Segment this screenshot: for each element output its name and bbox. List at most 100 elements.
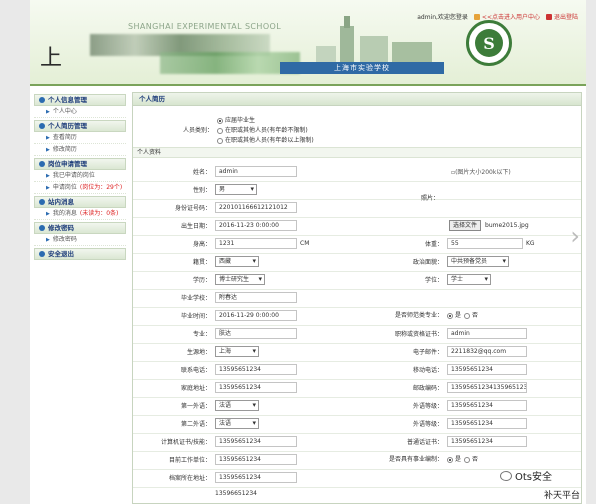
user-icon	[39, 123, 45, 129]
user-icon	[39, 199, 45, 205]
computer-input[interactable]: 13595651234	[215, 436, 297, 447]
degree-select[interactable]: 学士	[447, 274, 491, 285]
lang2-level-row: 外语等级： 13595651234	[349, 418, 527, 429]
degree-row: 学位： 学士	[349, 274, 491, 285]
logout-link[interactable]: 退出登陆	[545, 12, 578, 21]
photo-label-row: 照片：	[379, 193, 439, 202]
user-icon	[39, 225, 45, 231]
birth-input[interactable]: 2016-11-23 0:00:00	[215, 220, 297, 231]
lang2-select[interactable]: 法语	[215, 418, 259, 429]
mandarin-input[interactable]: 13595651234	[447, 436, 527, 447]
archive-input[interactable]: 13595651234	[215, 472, 297, 483]
watermark: Ots安全	[500, 468, 552, 483]
grad-input[interactable]: 2016-11-29 0:00:00	[215, 310, 297, 321]
phone-input[interactable]: 13595651234	[215, 364, 297, 375]
normal-yes-radio[interactable]: 是	[447, 310, 461, 319]
sidebar-item[interactable]: ▶ 修改简历	[34, 144, 126, 156]
school-logo: S	[466, 20, 512, 66]
lang1-level-input[interactable]: 13595651234	[447, 400, 527, 411]
email-label: 电子邮件：	[412, 349, 443, 356]
address-input[interactable]: 13595651234	[215, 382, 297, 393]
name-row: 姓名： admin	[133, 166, 297, 177]
nav-group-header[interactable]: 修改密码	[34, 222, 126, 234]
archive-row: 档案所在地址： 13595651234	[133, 472, 297, 483]
height-label: 身高：	[192, 241, 211, 248]
sidebar: 个人信息管理 ▶ 个人中心个人简历管理 ▶ 查看简历 ▶ 修改简历岗位申请管理 ▶ 我已申请的岗…	[34, 92, 126, 260]
career-no-radio[interactable]: 否	[464, 454, 478, 463]
height-input[interactable]: 1231	[215, 238, 297, 249]
cert-input[interactable]: admin	[447, 328, 527, 339]
school-input[interactable]: 附春达	[215, 292, 297, 303]
major-row: 专业： 肤达	[133, 328, 297, 339]
choose-file-button[interactable]: 选择文件	[449, 220, 482, 231]
user-icon	[39, 251, 45, 257]
photo-box: ▫(图片大小200k以下)	[451, 167, 577, 205]
site-header: 上 SHANGHAI EXPERIMENTAL SCHOOL 上海市实验学校 S…	[30, 0, 586, 86]
education-select[interactable]: 博士研究生	[215, 274, 265, 285]
lang1-label: 第一外语：	[180, 403, 211, 410]
sidebar-item[interactable]: ▶ 个人中心	[34, 106, 126, 118]
category-option-limit[interactable]: 在职或其他人员(有年龄以上限制)	[217, 135, 314, 144]
normal-no-radio[interactable]: 否	[464, 310, 478, 319]
sidebar-item[interactable]: ▶ 我的消息 (未读为：0条)	[34, 208, 126, 220]
birthplace-select[interactable]: 上海	[215, 346, 259, 357]
nation-row: 籍贯： 西藏	[133, 256, 259, 267]
category-option-nolimit[interactable]: 在职或其他人员(有年龄不限制)	[217, 125, 314, 134]
name-input[interactable]: admin	[215, 166, 297, 177]
normal-label: 是否师范类专业：	[394, 312, 443, 319]
user-icon	[39, 161, 45, 167]
sidebar-item[interactable]: ▶ 查看简历	[34, 132, 126, 144]
gender-row: 性别： 男	[133, 184, 257, 195]
lang2-level-input[interactable]: 13595651234	[447, 418, 527, 429]
arrow-icon: ▶	[46, 236, 50, 243]
welcome-text: admin,欢迎您登录	[417, 14, 468, 21]
nav-group-header[interactable]: 个人简历管理	[34, 120, 126, 132]
id-input[interactable]: 220101166612121012	[215, 202, 297, 213]
birth-row: 出生日期： 2016-11-23 0:00:00	[133, 220, 297, 231]
sidebar-item[interactable]: ▶ 修改密码	[34, 234, 126, 246]
nav-group-header[interactable]: 岗位申请管理	[34, 158, 126, 170]
lang1-select[interactable]: 法语	[215, 400, 259, 411]
school-name-english: SHANGHAI EXPERIMENTAL SCHOOL	[128, 22, 282, 31]
grad-row: 毕业时间： 2016-11-29 0:00:00	[133, 310, 297, 321]
arrow-icon: ▶	[46, 210, 50, 217]
sidebar-item[interactable]: ▶ 申请岗位 (岗位为：29个)	[34, 182, 126, 194]
section-personal: 个人资料	[133, 147, 581, 158]
user-icon	[39, 97, 45, 103]
user-center-icon	[473, 13, 480, 20]
category-option-fresh[interactable]: 应届毕业生	[217, 115, 314, 124]
nation-select[interactable]: 西藏	[215, 256, 259, 267]
lang1-row: 第一外语： 法语	[133, 400, 259, 411]
major-input[interactable]: 肤达	[215, 328, 297, 339]
politics-select[interactable]: 中共预备党员	[447, 256, 509, 267]
email-input[interactable]: 2211832@qq.com	[447, 346, 527, 357]
lang2-label: 第二外语：	[180, 421, 211, 428]
arrow-icon: ▶	[46, 134, 50, 141]
nav-group-header[interactable]: 个人信息管理	[34, 94, 126, 106]
bottom-row: 13596651234	[215, 490, 257, 497]
weight-input[interactable]: 55	[447, 238, 523, 249]
sidebar-item[interactable]: ▶ 我已申请的岗位	[34, 170, 126, 182]
nav-group-header[interactable]: 安全退出	[34, 248, 126, 260]
top-links: admin,欢迎您登录 <<点击进入用户中心 退出登陆	[417, 12, 578, 21]
chevron-right-icon[interactable]: ›	[570, 222, 580, 250]
lang2-row: 第二外语： 法语	[133, 418, 259, 429]
degree-label: 学位：	[424, 277, 443, 284]
address-label: 家庭地址：	[180, 385, 211, 392]
nation-label: 籍贯：	[192, 259, 211, 266]
nav-group: 修改密码 ▶ 修改密码	[34, 222, 126, 246]
photo-label: 照片：	[420, 195, 439, 202]
career-yes-radio[interactable]: 是	[447, 454, 461, 463]
category-label: 人员类别：	[182, 127, 213, 134]
gender-select[interactable]: 男	[215, 184, 257, 195]
main-panel: 个人简历 人员类别： 应届毕业生 在职或其他人员(有年龄不限制) 在职或其他人员…	[132, 92, 582, 504]
user-center-link[interactable]: <<点击进入用户中心	[473, 12, 540, 21]
arrow-icon: ▶	[46, 108, 50, 115]
mobile-input[interactable]: 13595651234	[447, 364, 527, 375]
address-row: 家庭地址： 13595651234	[133, 382, 297, 393]
nav-group-header[interactable]: 站内消息	[34, 196, 126, 208]
height-unit: CM	[300, 240, 310, 247]
panel-title: 个人简历	[133, 93, 581, 106]
work-input[interactable]: 13595651234	[215, 454, 297, 465]
postcode-input[interactable]: 13595651234135965123	[447, 382, 527, 393]
